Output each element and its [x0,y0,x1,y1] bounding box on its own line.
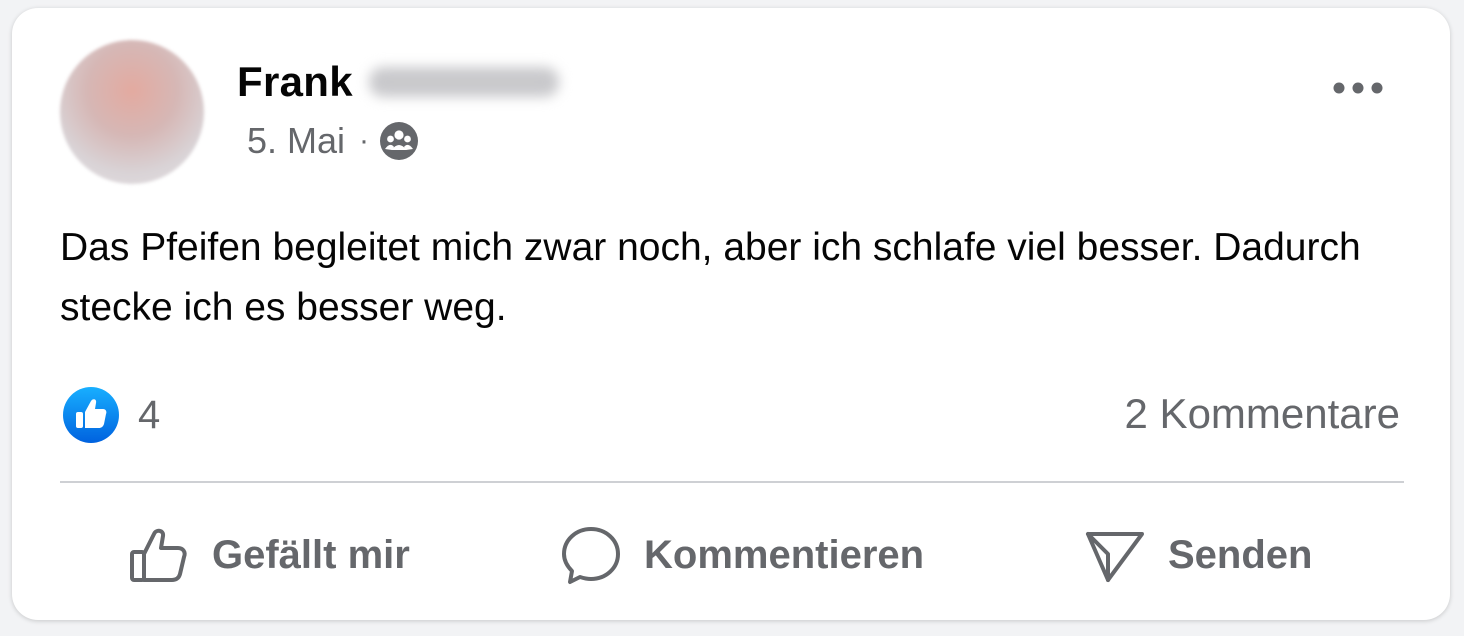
author-name[interactable]: Frank [237,58,353,106]
avatar[interactable] [60,40,204,184]
thumbs-up-icon [130,528,187,582]
divider [60,481,1404,483]
like-count: 4 [138,392,161,437]
post-date[interactable]: 5. Mai [247,120,345,162]
author-row: Frank [237,56,559,108]
comment-bubble-icon [562,527,620,584]
like-button[interactable]: Gefällt mir [128,520,410,590]
like-reaction-icon [62,386,120,444]
post-meta: 5. Mai · [247,120,419,162]
comment-button-label: Kommentieren [644,532,925,577]
post-card: Frank 5. Mai · Das Pfeifen begleitet mic… [12,8,1450,620]
post-text: Das Pfeifen begleitet mich zwar noch, ab… [60,226,1361,329]
send-icon [1086,532,1144,582]
send-button-label: Senden [1168,532,1313,577]
meta-separator: · [359,124,370,157]
friends-icon[interactable] [379,121,419,161]
author-surname-redacted [368,67,559,97]
send-button[interactable]: Senden [1084,520,1312,590]
comments-count[interactable]: 2 Kommentare [1125,390,1400,438]
more-options-button[interactable] [1328,68,1388,108]
more-icon [1333,82,1383,94]
reactions-summary[interactable]: 4 [62,386,160,444]
like-button-label: Gefällt mir [212,532,410,577]
comment-button[interactable]: Kommentieren [560,520,924,590]
